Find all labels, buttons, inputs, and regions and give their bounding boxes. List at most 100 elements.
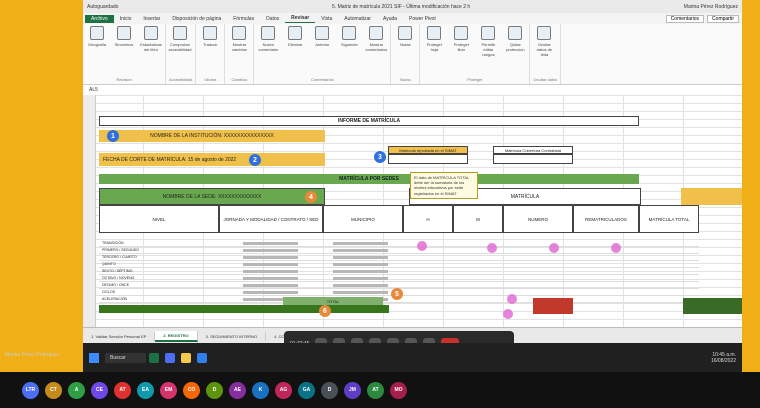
ribbon-button-label: Sinónimos [114, 42, 134, 47]
ribbon-button[interactable]: Comprobar accesibilidad [169, 26, 191, 52]
column-header[interactable]: MATRÍCULA TOTAL [639, 205, 699, 233]
participant-avatar[interactable]: AT [367, 381, 384, 399]
excel-icon[interactable] [148, 352, 159, 363]
participant-avatar[interactable]: D [321, 381, 338, 399]
row-level-label[interactable]: TERCERO / CUARTO [99, 254, 219, 261]
ribbon-button[interactable]: Ortografía [86, 26, 108, 52]
ribbon-button[interactable]: Mostrar cambios [228, 26, 250, 52]
column-header[interactable]: M [453, 205, 503, 233]
ribbon-button[interactable]: Nuevo comentario [257, 26, 279, 52]
column-header[interactable]: H [403, 205, 453, 233]
teams-icon[interactable] [164, 352, 175, 363]
ribbon-button[interactable]: Sinónimos [113, 26, 135, 52]
participant-avatar[interactable]: JM [344, 381, 361, 399]
row-level-label[interactable]: QUINTO [99, 261, 219, 268]
participant-avatar[interactable]: K [252, 381, 269, 399]
sheet-tab[interactable]: 3. SEGUIMIENTO INTERNO [198, 331, 267, 341]
marker-1: 1 [107, 130, 119, 142]
participant-avatar[interactable]: A [68, 381, 85, 399]
row-level-label[interactable]: OCTAVO / NOVENO [99, 275, 219, 282]
name-box[interactable]: AL5 [89, 87, 98, 93]
tab-10[interactable]: Power Pivot [403, 15, 442, 23]
column-header[interactable]: REMATRICULADOS [573, 205, 639, 233]
tab-8[interactable]: Automatizar [338, 15, 377, 23]
column-header[interactable]: NIVEL [99, 205, 219, 233]
participant-avatar[interactable]: MO [390, 381, 407, 399]
tab-5[interactable]: Datos [260, 15, 285, 23]
ribbon-command-icon [117, 26, 131, 40]
column-header[interactable]: MUNICIPIO [323, 205, 403, 233]
participant-avatar[interactable]: D [206, 381, 223, 399]
pointer-dot [487, 243, 497, 253]
windows-start-icon[interactable] [89, 352, 99, 363]
ribbon-button[interactable]: Anterior [311, 26, 333, 52]
ribbon-button[interactable]: Traducir [199, 26, 221, 47]
participant-avatar[interactable]: EA [137, 381, 154, 399]
pointer-dot [503, 309, 513, 319]
windows-taskbar: Buscar 10:45 a.m. 16/08/2022 [83, 343, 742, 372]
tab-2[interactable]: Insertar [137, 15, 166, 23]
share-button[interactable]: Compartir [707, 14, 739, 23]
participant-avatar[interactable]: GA [298, 381, 315, 399]
participant-avatar[interactable]: CO [183, 381, 200, 399]
column-header[interactable]: JORNADA Y MODALIDAD / CONTRATO / SED [219, 205, 323, 233]
comments-button[interactable]: Comentarios [665, 14, 705, 23]
ribbon-button[interactable]: Ocultar datos de tinta [533, 26, 555, 57]
autosave-label[interactable]: Autoguardado [87, 4, 118, 10]
participant-avatar[interactable]: CE [91, 381, 108, 399]
user-name[interactable]: Marina Pérez Rodríguez [684, 4, 738, 10]
ribbon-button[interactable]: Notas [394, 26, 416, 47]
redacted-text [333, 249, 388, 252]
tab-4[interactable]: Fórmulas [227, 15, 260, 23]
row-level-label[interactable]: DÉCIMO / ONCE [99, 282, 219, 289]
marker-4: 4 [305, 191, 317, 203]
tab-6[interactable]: Revisar [285, 14, 316, 23]
row-level-label[interactable]: SEXTO / SÉPTIMO [99, 268, 219, 275]
ribbon-button[interactable]: Proteger hoja [423, 26, 445, 57]
ribbon-button[interactable]: Eliminar [284, 26, 306, 52]
ribbon-button[interactable]: Proteger libro [450, 26, 472, 57]
ribbon-button[interactable]: Mostrar comentarios [365, 26, 387, 52]
ribbon-group-label: Idioma [204, 77, 217, 82]
ribbon-command-icon [90, 26, 104, 40]
sheet-tab[interactable]: 1. Validar Sección Personal EP [83, 331, 156, 341]
tab-1[interactable]: Inicio [114, 15, 138, 23]
participant-avatar[interactable]: AE [229, 381, 246, 399]
tab-3[interactable]: Disposición de página [166, 15, 227, 23]
participant-avatar[interactable]: CT [45, 381, 62, 399]
ribbon-group-label: Comentarios [311, 77, 334, 82]
total-row-bar [99, 305, 389, 313]
redacted-text [333, 263, 388, 266]
redacted-text [243, 277, 298, 280]
explorer-icon[interactable] [180, 352, 191, 363]
row-level-label[interactable]: ACELERACIÓN [99, 296, 219, 303]
section-title: MATRÍCULA POR SEDES [99, 174, 639, 184]
clock[interactable]: 10:45 a.m. 16/08/2022 [711, 352, 736, 364]
tab-9[interactable]: Ayuda [377, 15, 403, 23]
row-level-label[interactable]: PRIMERO / SEGUNDO [99, 247, 219, 254]
column-header[interactable]: NUMERO [503, 205, 573, 233]
ribbon-button[interactable]: Siguiente [338, 26, 360, 52]
pointer-dot [549, 243, 559, 253]
taskbar-search[interactable]: Buscar [105, 352, 146, 363]
participant-avatar[interactable]: AT [114, 381, 131, 399]
row-level-label[interactable]: TRANSICIÓN [99, 240, 219, 247]
row-level-label[interactable]: CICLOS [99, 289, 219, 296]
ribbon-command-icon [173, 26, 187, 40]
marker-6: 6 [319, 305, 331, 317]
window-title: 5. Matriz de matrícula 2021 SIF - Última… [332, 3, 471, 10]
participant-avatar[interactable]: AG [275, 381, 292, 399]
tab-7[interactable]: Vista [315, 15, 338, 23]
ribbon-button[interactable]: Quitar protección [504, 26, 526, 57]
edge-icon[interactable] [196, 352, 207, 363]
right-gold-block [681, 188, 742, 205]
redacted-text [333, 242, 388, 245]
ribbon-button[interactable]: Permitir editar rangos [477, 26, 499, 57]
participant-avatar[interactable]: EM [160, 381, 177, 399]
ribbon-command-icon [427, 26, 442, 40]
ribbon-button[interactable]: Estadísticas del libro [140, 26, 162, 52]
participant-avatar[interactable]: LTR [22, 381, 39, 399]
simat-box-title: Matrícula reportada en el SIMAT [388, 146, 468, 154]
sheet-tab[interactable]: 2. REGISTRO [155, 330, 198, 342]
tab-0[interactable]: Archivo [85, 14, 114, 23]
